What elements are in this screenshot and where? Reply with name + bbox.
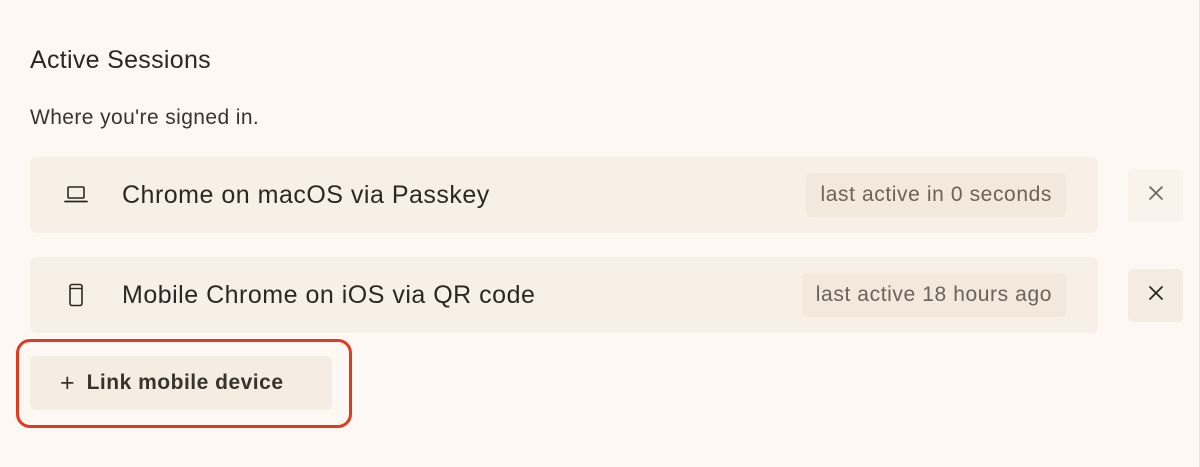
section-title: Active Sessions xyxy=(30,46,211,74)
laptop-icon xyxy=(62,183,90,207)
close-icon xyxy=(1148,185,1164,206)
link-mobile-device-button[interactable]: + Link mobile device xyxy=(30,356,332,410)
session-label: Chrome on macOS via Passkey xyxy=(122,181,490,209)
section-subtitle: Where you're signed in. xyxy=(30,106,260,129)
last-active-badge: last active 18 hours ago xyxy=(801,273,1066,317)
close-icon xyxy=(1148,285,1164,306)
session-row: Mobile Chrome on iOS via QR code last ac… xyxy=(30,257,1098,333)
revoke-session-button[interactable] xyxy=(1128,169,1183,222)
session-row: Chrome on macOS via Passkey last active … xyxy=(30,157,1098,233)
session-label: Mobile Chrome on iOS via QR code xyxy=(122,281,536,309)
mobile-phone-icon xyxy=(62,283,90,307)
last-active-badge: last active in 0 seconds xyxy=(806,173,1066,217)
plus-icon: + xyxy=(60,368,75,397)
link-mobile-device-label: Link mobile device xyxy=(86,371,284,394)
revoke-session-button[interactable] xyxy=(1128,269,1183,322)
